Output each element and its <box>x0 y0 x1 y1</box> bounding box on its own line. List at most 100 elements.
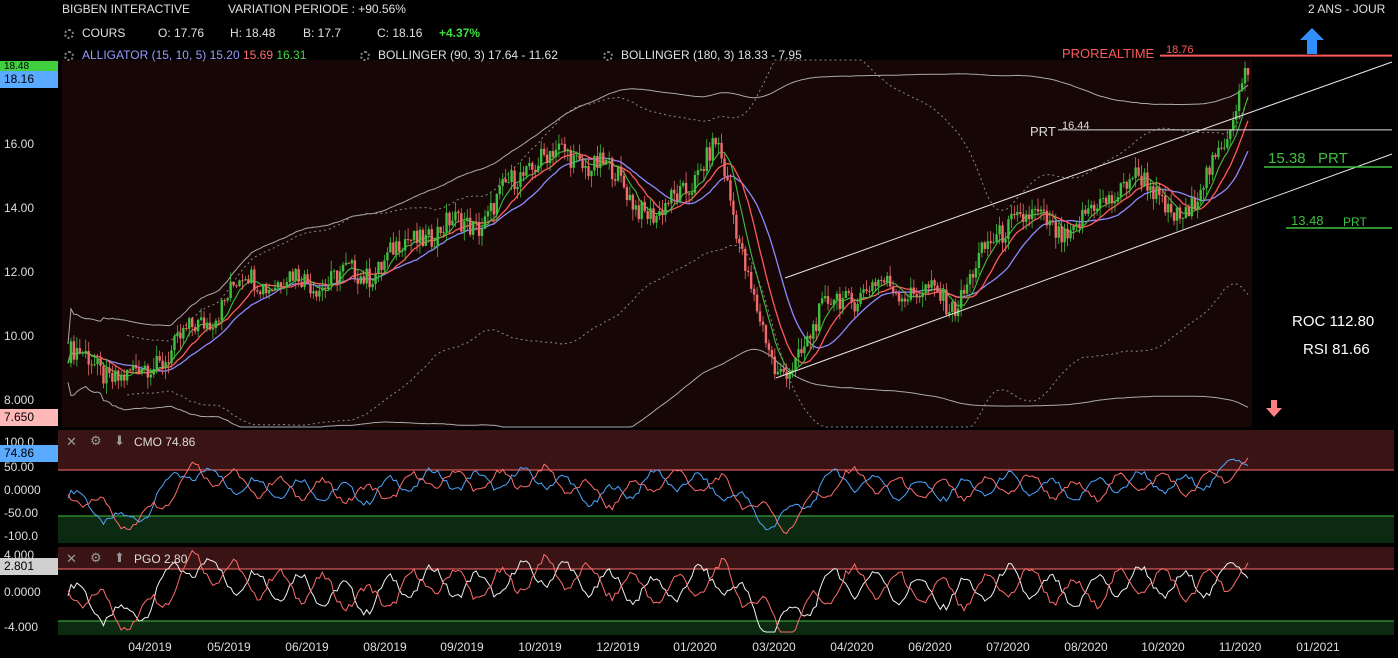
candle <box>983 242 986 249</box>
candle <box>862 289 865 293</box>
x-tick: 11/2020 <box>1218 640 1262 654</box>
candle <box>492 203 496 215</box>
candle <box>817 303 821 331</box>
candle <box>915 293 918 297</box>
gear-icon[interactable]: ⚙ <box>90 433 102 449</box>
candle <box>936 285 939 292</box>
candle <box>371 283 374 288</box>
candle <box>164 362 167 369</box>
candle <box>643 201 646 212</box>
candle <box>844 291 847 299</box>
gear-icon[interactable] <box>64 50 74 61</box>
candle <box>244 279 247 281</box>
candle <box>483 216 487 229</box>
candle <box>587 166 590 177</box>
candle <box>971 274 975 278</box>
candle <box>1178 207 1182 219</box>
candle <box>841 298 845 310</box>
candle <box>1155 187 1158 200</box>
candle <box>1166 203 1170 213</box>
candle <box>785 371 788 379</box>
candle <box>918 296 921 298</box>
last-price-tag: 18.16 <box>0 71 58 88</box>
candle <box>448 212 451 226</box>
candle <box>1229 130 1232 140</box>
candle <box>359 276 362 284</box>
candle <box>776 371 779 375</box>
candle <box>868 290 871 292</box>
candle <box>646 211 649 220</box>
bollinger-180-label: BOLLINGER (180, 3) 18.33 - 7.95 <box>621 48 802 62</box>
candle <box>400 250 404 252</box>
price-tick: 12.00 <box>4 265 35 279</box>
candle <box>699 169 703 171</box>
candle <box>838 293 842 310</box>
candle <box>539 148 543 166</box>
candle <box>1090 204 1093 209</box>
candle <box>735 214 738 239</box>
candle <box>477 221 481 237</box>
candle <box>678 186 682 201</box>
candle <box>232 281 235 286</box>
candle <box>134 365 138 369</box>
candle <box>548 151 552 164</box>
candle <box>1051 220 1055 222</box>
cours-row: COURS <box>64 26 125 40</box>
candle <box>912 287 916 294</box>
candle <box>767 343 771 350</box>
candle <box>469 217 472 235</box>
candle <box>951 301 954 313</box>
candle <box>667 203 670 205</box>
arrow-up-icon[interactable]: ⬆ <box>114 550 125 566</box>
candle <box>259 291 262 295</box>
candle <box>122 374 126 381</box>
candle <box>294 269 297 281</box>
candle <box>489 203 493 212</box>
candle <box>486 211 490 217</box>
candle <box>1016 212 1019 216</box>
candle <box>303 274 306 288</box>
cmo-tick: -100.0 <box>4 529 39 543</box>
candle <box>537 165 540 173</box>
gear-icon[interactable] <box>360 50 370 61</box>
candle <box>554 149 558 157</box>
candle <box>152 369 155 375</box>
candle <box>1098 198 1102 209</box>
candle <box>1095 208 1099 211</box>
support-label: PRT <box>1318 150 1348 167</box>
close-icon[interactable]: ✕ <box>66 434 77 450</box>
candle <box>874 282 877 287</box>
gear-icon[interactable] <box>603 50 613 61</box>
support2-label: PRT <box>1343 215 1367 229</box>
candle <box>741 243 744 249</box>
candle <box>1237 90 1241 112</box>
gear-icon[interactable] <box>64 28 74 39</box>
candle <box>256 290 259 292</box>
x-tick: 01/2021 <box>1296 640 1340 654</box>
candle <box>519 172 522 187</box>
candle <box>1087 208 1090 214</box>
cmo-tick: 0.0000 <box>4 483 41 497</box>
candle <box>146 365 150 378</box>
gear-icon[interactable]: ⚙ <box>90 550 102 566</box>
candle <box>977 252 981 269</box>
candle <box>649 208 652 220</box>
price-chart[interactable] <box>0 0 1398 658</box>
candle <box>247 279 250 284</box>
candle <box>711 138 714 161</box>
candle <box>758 311 762 322</box>
candle <box>738 238 741 244</box>
candle <box>498 186 501 195</box>
candle <box>690 192 694 195</box>
prorealtime-label: PROREALTIME <box>1062 46 1155 61</box>
arrow-down-icon[interactable]: ⬇ <box>114 433 125 449</box>
candle <box>1169 203 1173 213</box>
candle <box>403 239 407 251</box>
candle <box>965 284 969 294</box>
period-selector[interactable]: 2 ANS - JOUR <box>1308 2 1385 16</box>
candle <box>196 319 200 332</box>
candle <box>989 241 992 244</box>
candle <box>161 360 164 369</box>
close-icon[interactable]: ✕ <box>66 551 77 567</box>
candle <box>1104 198 1108 204</box>
